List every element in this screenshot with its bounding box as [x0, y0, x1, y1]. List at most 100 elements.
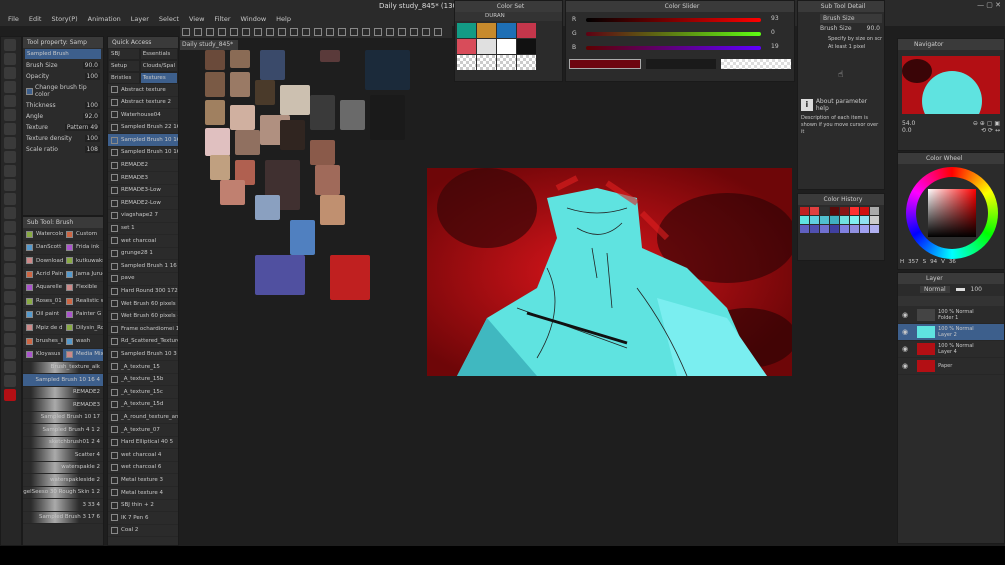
layer-row[interactable]: ◉ 100 % Normal Layer 2 [898, 324, 1004, 341]
reference-image[interactable] [260, 50, 285, 80]
quick-access-item[interactable]: Frame ochardiomei 15 [108, 323, 178, 336]
tool-icon[interactable] [4, 53, 16, 65]
reference-image[interactable] [370, 95, 405, 140]
reference-image[interactable] [255, 80, 275, 105]
command-icon[interactable] [338, 28, 346, 36]
color-swatch[interactable] [517, 39, 536, 54]
quick-access-item[interactable]: grunge28 1 [108, 248, 178, 261]
tool-icon[interactable] [4, 151, 16, 163]
tool-icon[interactable] [4, 375, 16, 387]
brush-preview-item[interactable]: Sampled Brush 4 1 2 [23, 424, 103, 437]
reference-image[interactable] [320, 50, 340, 62]
command-icon[interactable] [194, 28, 202, 36]
menu-item[interactable]: View [189, 15, 204, 23]
h-value[interactable]: 357 [908, 259, 919, 265]
quick-access-item[interactable]: Hard Elliptical 40 5 [108, 437, 178, 450]
history-swatch[interactable] [800, 216, 809, 224]
sub-tool-item[interactable]: wash [63, 335, 103, 349]
command-icon[interactable] [218, 28, 226, 36]
color-swatch[interactable] [497, 55, 516, 70]
history-swatch[interactable] [830, 225, 839, 233]
sub-tool-item[interactable]: Media Mix [63, 348, 103, 362]
quick-access-tab[interactable]: Clouds/Spal [139, 60, 178, 72]
history-swatch[interactable] [870, 225, 879, 233]
rotate-value[interactable]: 0.0 [902, 127, 912, 134]
menu-item[interactable]: Select [159, 15, 179, 23]
history-swatch[interactable] [800, 207, 809, 215]
opacity-value[interactable]: 100 [84, 73, 100, 80]
color-swatch[interactable] [457, 23, 476, 38]
menu-item[interactable]: Help [276, 15, 291, 23]
layer-opacity-slider[interactable] [955, 288, 965, 291]
command-icon[interactable] [290, 28, 298, 36]
zoom-controls[interactable]: ⊖ ⊕ ▢ ▣ [973, 120, 1000, 127]
tool-icon[interactable] [4, 165, 16, 177]
hue-ring[interactable] [906, 167, 998, 259]
brush-preview-item[interactable]: Sampled Brush 10 17 [23, 411, 103, 425]
tool-icon[interactable] [4, 221, 16, 233]
reference-image[interactable] [340, 100, 365, 130]
menu-item[interactable]: Story(P) [51, 15, 77, 23]
tool-icon[interactable] [4, 291, 16, 303]
quick-access-item[interactable]: Sampled Brush 22 1604 [108, 122, 178, 135]
quick-access-item[interactable]: wet charcoal 4 [108, 449, 178, 462]
history-swatch[interactable] [870, 216, 879, 224]
sub-tool-item[interactable]: Jama Jurue [63, 268, 103, 282]
reference-image[interactable] [290, 220, 315, 255]
history-swatch[interactable] [810, 207, 819, 215]
history-swatch[interactable] [850, 216, 859, 224]
tool-icon[interactable] [4, 277, 16, 289]
menu-item[interactable]: Window [241, 15, 267, 23]
sub-tool-item[interactable]: Dilysin_Ro [63, 322, 103, 336]
blend-mode-select[interactable]: Normal [920, 286, 950, 293]
command-icon[interactable] [266, 28, 274, 36]
quick-access-tab[interactable]: Bristles [108, 72, 140, 84]
sub-tool-item[interactable]: DanScott 6 [23, 241, 63, 255]
detail-brush-size[interactable]: 90.0 [867, 25, 880, 32]
reference-image[interactable] [365, 50, 410, 90]
command-icon[interactable] [182, 28, 190, 36]
quick-access-item[interactable]: _A_texture_15c [108, 386, 178, 399]
color-swatch[interactable] [497, 23, 516, 38]
quick-access-item[interactable]: Sampled Brush 1 16 [108, 260, 178, 273]
checkbox-icon[interactable] [26, 87, 33, 95]
navigator-preview[interactable] [902, 56, 1000, 114]
sub-tool-item[interactable]: Painter G [63, 308, 103, 322]
brush-preview-item[interactable]: REMADE3 [23, 399, 103, 412]
command-icon[interactable] [242, 28, 250, 36]
reference-image[interactable] [230, 105, 255, 130]
quick-access-item[interactable]: Sampled Brush 10 3 [108, 348, 178, 362]
tool-icon[interactable] [4, 39, 16, 51]
color-swatch[interactable] [477, 55, 496, 70]
brush-preview-item[interactable]: Sampled Brush 3 17 6 [23, 511, 103, 525]
reference-image[interactable] [310, 95, 335, 130]
b-slider[interactable] [586, 46, 761, 50]
menu-item[interactable]: Edit [29, 15, 42, 23]
s-value[interactable]: 94 [930, 259, 937, 265]
history-swatch[interactable] [850, 225, 859, 233]
history-swatch[interactable] [860, 216, 869, 224]
quick-access-item[interactable]: Abstract texture 2 [108, 97, 178, 110]
reference-image[interactable] [205, 128, 230, 156]
quick-access-item[interactable]: viagshape2 7 [108, 210, 178, 223]
quick-access-item[interactable]: _A_texture_07 [108, 424, 178, 437]
tool-icon[interactable] [4, 389, 16, 401]
eye-icon[interactable]: ◉ [902, 326, 908, 339]
layer-row[interactable]: ◉ Paper [898, 358, 1004, 375]
history-swatch[interactable] [810, 225, 819, 233]
color-swatch[interactable] [477, 39, 496, 54]
quick-access-item[interactable]: _A_texture_15b [108, 374, 178, 387]
quick-access-item[interactable]: REMADE3-Low [108, 185, 178, 198]
tool-icon[interactable] [4, 109, 16, 121]
brush-preview-item[interactable]: waterspakleside 2 [23, 474, 103, 487]
tool-icon[interactable] [4, 67, 16, 79]
tool-icon[interactable] [4, 123, 16, 135]
scale-ratio-value[interactable]: 108 [84, 146, 100, 153]
g-slider[interactable] [586, 32, 761, 36]
quick-access-item[interactable]: _A_round_texture_anal [108, 411, 178, 425]
quick-access-item[interactable]: Rd_Scattered_Texture [108, 336, 178, 349]
history-swatch[interactable] [860, 207, 869, 215]
r-value[interactable]: 93 [771, 15, 779, 22]
transparent-swatch[interactable] [721, 59, 791, 69]
color-swatch[interactable] [517, 23, 536, 38]
